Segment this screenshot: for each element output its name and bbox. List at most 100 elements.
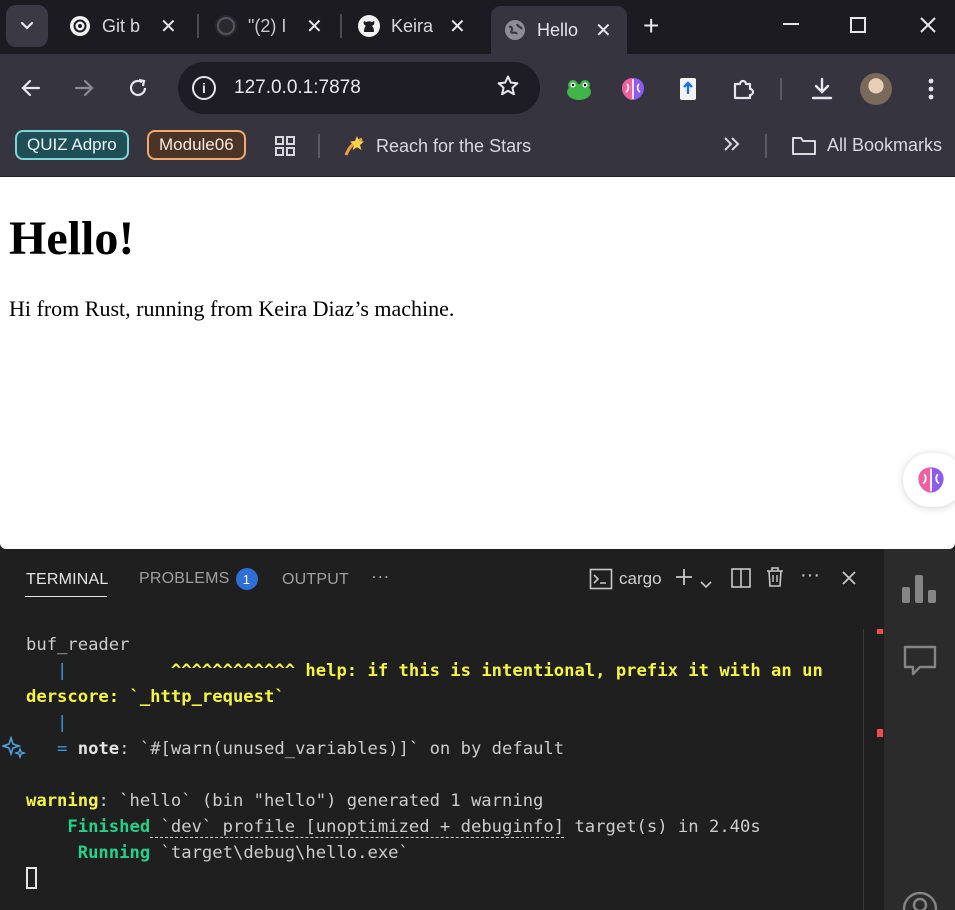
tab-divider	[340, 14, 342, 38]
terminal-line: =	[26, 739, 78, 759]
bookmarks-divider	[765, 134, 767, 158]
split-terminal-button[interactable]	[730, 567, 752, 595]
terminal-cursor	[26, 867, 37, 889]
terminal-line: target(s) in 2.40s	[564, 817, 761, 837]
web-page-content: Hello! Hi from Rust, running from Keira …	[0, 177, 955, 549]
profile-avatar[interactable]	[860, 73, 892, 105]
panel-more-actions-button[interactable]: ···	[800, 564, 820, 587]
github-icon	[214, 14, 238, 38]
tab-title: Hello	[537, 19, 579, 40]
maximize-button[interactable]	[849, 16, 867, 39]
terminal-line: `dev` profile [unoptimized + debuginfo]	[150, 817, 565, 838]
browser-tab-strip: Git b ✕ "(2) I ✕ Keira ✕ Hello ✕ +	[0, 0, 955, 54]
brain-assistant-button[interactable]	[903, 453, 955, 507]
account-icon[interactable]	[902, 889, 938, 910]
openai-icon	[68, 14, 92, 38]
terminal-name: cargo	[619, 569, 662, 588]
extensions-puzzle-icon[interactable]	[728, 74, 758, 104]
window-close-button[interactable]	[918, 15, 938, 40]
page-heading: Hello!	[9, 212, 135, 265]
chat-feedback-icon[interactable]	[902, 643, 938, 682]
page-paragraph: Hi from Rust, running from Keira Diaz’s …	[9, 296, 455, 321]
split-icon	[731, 568, 751, 588]
terminal-finished-label: Finished	[26, 817, 151, 837]
downloads-icon[interactable]	[807, 74, 837, 104]
trash-icon	[767, 567, 783, 587]
site-info-icon[interactable]: i	[192, 76, 216, 100]
close-icon[interactable]: ✕	[595, 18, 612, 43]
terminal-line: `target\debug\hello.exe`	[150, 843, 409, 863]
bar-chart-icon[interactable]	[901, 575, 939, 608]
minimize-icon	[783, 23, 799, 25]
brain-extension-icon[interactable]	[618, 74, 648, 104]
tab-divider	[197, 14, 199, 38]
tab-title: Git b	[102, 15, 141, 36]
forward-button[interactable]	[72, 76, 96, 107]
sparkle-icon[interactable]	[0, 735, 27, 764]
back-button[interactable]	[19, 76, 43, 107]
folder-icon	[792, 137, 816, 155]
frog-extension-icon[interactable]	[564, 74, 594, 104]
bookmark-module06[interactable]: Module06	[147, 130, 246, 160]
problems-count-badge: 1	[235, 568, 258, 590]
bookmarks-divider	[318, 134, 320, 158]
bookmark-label: Reach for the Stars	[376, 135, 532, 156]
active-tab-indicator	[25, 596, 107, 597]
address-bar[interactable]: i 127.0.0.1:7878	[178, 62, 540, 114]
toolbar-divider	[780, 78, 782, 100]
chevron-down-icon	[700, 581, 712, 589]
browser-tab-active[interactable]: Hello ✕	[491, 6, 627, 54]
globe-icon	[503, 18, 527, 42]
secondary-activity-bar	[884, 549, 955, 910]
upload-extension-icon[interactable]	[673, 74, 703, 104]
brain-icon	[918, 467, 944, 493]
bookmark-quiz-adpro[interactable]: QUIZ Adpro	[15, 130, 129, 160]
terminal-line: derscore: `_http_request`	[26, 687, 285, 707]
url-text[interactable]: 127.0.0.1:7878	[234, 77, 361, 99]
more-menu-icon[interactable]	[916, 74, 946, 104]
apps-grid-icon[interactable]	[273, 134, 297, 158]
scrollbar-error-marker	[877, 729, 883, 737]
tab-terminal[interactable]: TERMINAL	[26, 571, 109, 589]
close-icon[interactable]: ✕	[306, 14, 323, 39]
plus-icon	[676, 569, 692, 585]
browser-tab[interactable]: "(2) I ✕	[214, 6, 323, 46]
bookmark-star-icon[interactable]	[496, 74, 520, 105]
reload-button[interactable]	[126, 76, 150, 107]
browser-tab[interactable]: Git b ✕	[68, 6, 177, 46]
bookmark-reach-for-the-stars[interactable]: Reach for the Stars	[342, 133, 531, 159]
tab-search-button[interactable]	[6, 5, 48, 47]
tab-output[interactable]: OUTPUT	[282, 571, 349, 589]
browser-tab[interactable]: Keira ✕	[357, 6, 466, 46]
star-badge-icon	[344, 136, 364, 156]
terminal-dropdown-button[interactable]	[699, 573, 713, 596]
github-icon	[357, 14, 381, 38]
new-terminal-button[interactable]	[673, 566, 695, 594]
close-icon[interactable]: ✕	[160, 14, 177, 39]
terminal-scrollbar[interactable]	[863, 629, 864, 910]
minimize-button[interactable]	[781, 14, 801, 39]
close-icon[interactable]: ✕	[449, 14, 466, 39]
reload-icon	[129, 78, 147, 97]
terminal-output[interactable]: buf_reader | ^^^^^^^^^^^^ help: if this …	[26, 632, 823, 892]
terminal-line: : `hello` (bin "hello") generated 1 warn…	[98, 791, 544, 811]
bookmarks-overflow-icon[interactable]	[722, 134, 742, 154]
all-bookmarks-button[interactable]: All Bookmarks	[791, 134, 942, 156]
terminal-panel: TERMINAL PROBLEMS 1 OUTPUT ··· cargo ···	[0, 549, 884, 910]
new-tab-button[interactable]: +	[643, 10, 659, 42]
tab-title: Keira	[391, 15, 434, 36]
kill-terminal-button[interactable]	[765, 566, 785, 594]
browser-toolbar: i 127.0.0.1:7878	[0, 54, 955, 124]
scrollbar-error-marker	[877, 629, 883, 634]
terminal-line: |	[26, 713, 68, 733]
panel-more-button[interactable]: ···	[371, 566, 390, 587]
arrow-left-icon	[21, 79, 41, 97]
terminal-line: |	[26, 661, 68, 681]
terminal-instance-selector[interactable]: cargo	[589, 568, 662, 590]
terminal-line: buf_reader	[26, 635, 130, 655]
close-panel-button[interactable]	[840, 569, 858, 593]
tab-problems[interactable]: PROBLEMS 1	[139, 568, 258, 590]
all-bookmarks-label: All Bookmarks	[827, 134, 943, 155]
maximize-icon	[850, 17, 866, 33]
terminal-line: : `#[warn(unused_variables)]` on by defa…	[119, 739, 565, 759]
